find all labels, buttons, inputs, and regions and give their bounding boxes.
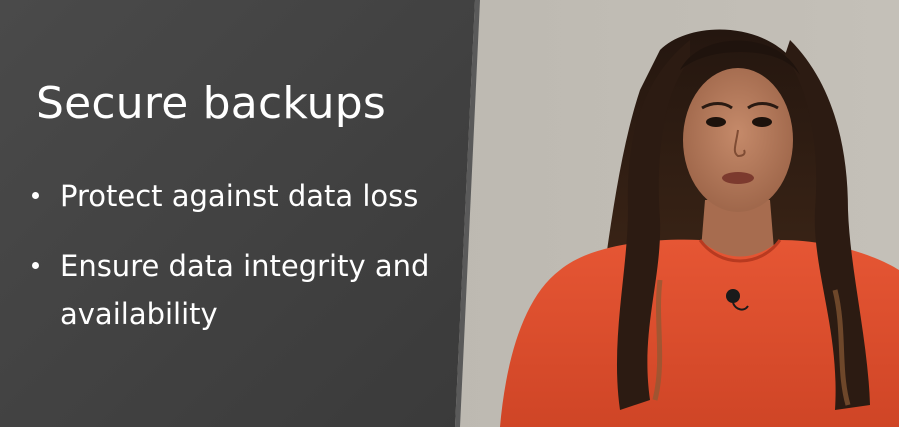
- bullet-item: Ensure data integrity and availability: [30, 242, 440, 338]
- bullet-dot-icon: [32, 192, 39, 199]
- face: [683, 68, 793, 212]
- video-frame: Secure backups Protect against data loss…: [0, 0, 899, 427]
- eye-right: [752, 117, 772, 127]
- bullet-dot-icon: [32, 262, 39, 269]
- bullet-item: Protect against data loss: [30, 172, 440, 220]
- bullet-text: Protect against data loss: [60, 179, 419, 213]
- mouth: [722, 172, 754, 184]
- bullet-list: Protect against data loss Ensure data in…: [30, 172, 440, 360]
- slide-title: Secure backups: [36, 78, 387, 129]
- bullet-text: Ensure data integrity and availability: [60, 249, 430, 331]
- eye-left: [706, 117, 726, 127]
